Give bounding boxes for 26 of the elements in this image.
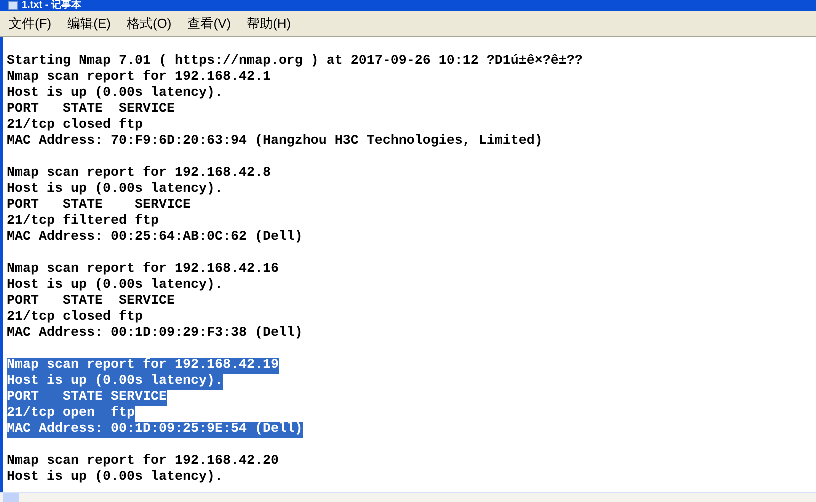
menu-item[interactable]: 查看(V) <box>182 14 236 34</box>
text-line: Nmap scan report for 192.168.42.8 <box>7 166 271 182</box>
text-line: Nmap scan report for 192.168.42.20 <box>7 454 279 470</box>
text-line: Host is up (0.00s latency). <box>7 86 223 102</box>
menu-item[interactable]: 帮助(H) <box>242 14 296 34</box>
text-line: Host is up (0.00s latency). <box>7 278 223 294</box>
text-line: Starting Nmap 7.01 ( https://nmap.org ) at 2017-09-26 10:12 ?D1ú±ê×?ê±?? <box>7 54 583 70</box>
text-line: 21/tcp closed ftp <box>7 310 143 326</box>
notepad-icon <box>8 1 18 10</box>
text-line: PORT STATE SERVICE <box>7 102 175 118</box>
text-line: PORT STATE SERVICE <box>7 198 191 214</box>
text-line: Nmap scan report for 192.168.42.16 <box>7 262 279 278</box>
text-line: Host is up (0.00s latency). <box>7 470 223 486</box>
horizontal-scrollbar[interactable] <box>0 492 816 502</box>
text-line: PORT STATE SERVICE <box>7 294 175 310</box>
text-line: MAC Address: 00:1D:09:29:F3:38 (Dell) <box>7 326 303 342</box>
text-line: Nmap scan report for 192.168.42.1 <box>7 70 271 86</box>
menu-item[interactable]: 格式(O) <box>122 14 177 34</box>
text-line: MAC Address: 70:F9:6D:20:63:94 (Hangzhou H3C Technologies, Limited) <box>7 134 543 150</box>
menu-item[interactable]: 编辑(E) <box>62 14 116 34</box>
text-line: 21/tcp closed ftp <box>7 118 143 134</box>
text-line: Host is up (0.00s latency). <box>7 182 223 198</box>
text-line: 21/tcp filtered ftp <box>7 214 159 230</box>
text-line: MAC Address: 00:25:64:AB:0C:62 (Dell) <box>7 230 303 246</box>
menu-item[interactable]: 文件(F) <box>4 14 57 34</box>
scroll-left-button[interactable] <box>3 493 19 502</box>
